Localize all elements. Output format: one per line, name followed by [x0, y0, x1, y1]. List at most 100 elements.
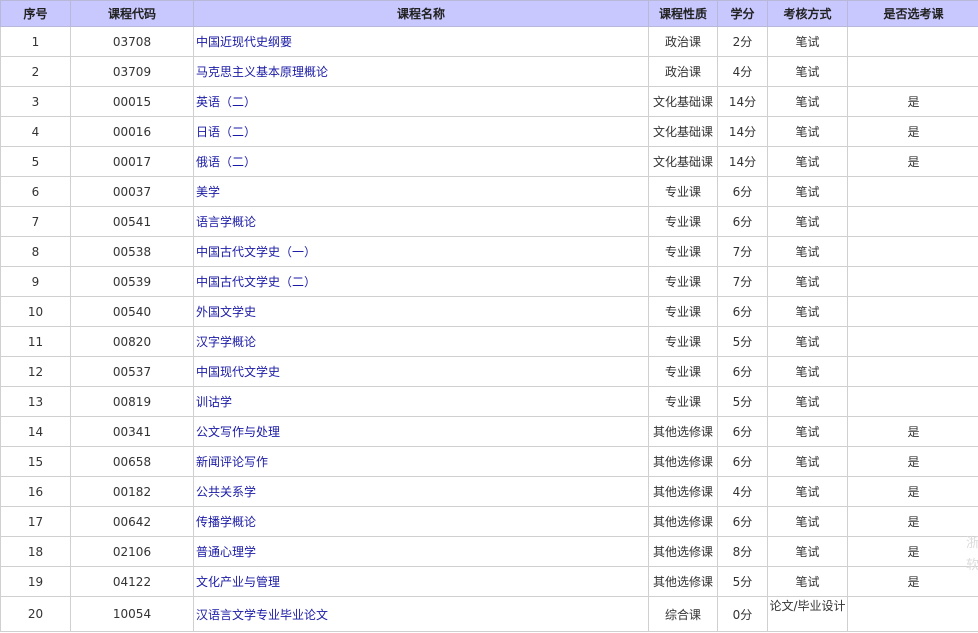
- table-row: 8 00538 中国古代文学史（一） 专业课 7分 笔试: [0, 236, 978, 267]
- cell-credit: 4分: [717, 56, 768, 87]
- cell-credit: 4分: [717, 476, 768, 507]
- table-header-row: 序号 课程代码 课程名称 课程性质 学分 考核方式 是否选考课: [0, 0, 978, 27]
- header-no: 序号: [0, 0, 71, 27]
- cell-code: 00016: [70, 116, 194, 147]
- cell-name: 汉语言文学专业毕业论文: [193, 596, 649, 632]
- cell-method: 笔试: [767, 56, 848, 87]
- header-name: 课程名称: [193, 0, 649, 27]
- cell-elective: [847, 266, 978, 297]
- table-row: 16 00182 公共关系学 其他选修课 4分 笔试 是: [0, 476, 978, 507]
- cell-type: 其他选修课: [648, 566, 718, 597]
- course-link[interactable]: 公共关系学: [196, 485, 256, 499]
- cell-elective: [847, 56, 978, 87]
- course-table: 序号 课程代码 课程名称 课程性质 学分 考核方式 是否选考课 1 03708 …: [0, 0, 978, 632]
- course-link[interactable]: 训诂学: [196, 395, 232, 409]
- table-row: 15 00658 新闻评论写作 其他选修课 6分 笔试 是: [0, 446, 978, 477]
- cell-method: 笔试: [767, 416, 848, 447]
- cell-name: 日语（二）: [193, 116, 649, 147]
- cell-code: 00539: [70, 266, 194, 297]
- course-link[interactable]: 英语（二）: [196, 95, 256, 109]
- cell-method: 笔试: [767, 326, 848, 357]
- cell-code: 00642: [70, 506, 194, 537]
- cell-method: 笔试: [767, 86, 848, 117]
- course-link[interactable]: 新闻评论写作: [196, 455, 268, 469]
- cell-elective: [847, 236, 978, 267]
- cell-no: 5: [0, 146, 71, 177]
- table-row: 2 03709 马克思主义基本原理概论 政治课 4分 笔试: [0, 56, 978, 87]
- table-row: 4 00016 日语（二） 文化基础课 14分 笔试 是: [0, 116, 978, 147]
- cell-no: 11: [0, 326, 71, 357]
- cell-credit: 0分: [717, 596, 768, 632]
- course-link[interactable]: 美学: [196, 185, 220, 199]
- cell-method: 笔试: [767, 206, 848, 237]
- cell-name: 传播学概论: [193, 506, 649, 537]
- course-link[interactable]: 语言学概论: [196, 215, 256, 229]
- cell-credit: 5分: [717, 326, 768, 357]
- header-credit: 学分: [717, 0, 768, 27]
- cell-credit: 6分: [717, 206, 768, 237]
- cell-code: 00015: [70, 86, 194, 117]
- cell-name: 训诂学: [193, 386, 649, 417]
- cell-method: 笔试: [767, 236, 848, 267]
- course-link[interactable]: 中国古代文学史（二）: [196, 275, 316, 289]
- cell-credit: 6分: [717, 176, 768, 207]
- cell-code: 00017: [70, 146, 194, 177]
- cell-no: 9: [0, 266, 71, 297]
- cell-no: 18: [0, 536, 71, 567]
- cell-method: 笔试: [767, 356, 848, 387]
- cell-elective: [847, 356, 978, 387]
- table-row: 9 00539 中国古代文学史（二） 专业课 7分 笔试: [0, 266, 978, 297]
- cell-credit: 14分: [717, 86, 768, 117]
- cell-type: 文化基础课: [648, 116, 718, 147]
- table-row: 14 00341 公文写作与处理 其他选修课 6分 笔试 是: [0, 416, 978, 447]
- course-link[interactable]: 文化产业与管理: [196, 575, 280, 589]
- table-body: 1 03708 中国近现代史纲要 政治课 2分 笔试 2 03709 马克思主义…: [0, 26, 978, 632]
- course-link[interactable]: 汉语言文学专业毕业论文: [196, 608, 328, 622]
- cell-no: 14: [0, 416, 71, 447]
- cell-no: 1: [0, 26, 71, 57]
- cell-elective: 是: [847, 506, 978, 537]
- cell-elective: 是: [847, 116, 978, 147]
- cell-name: 马克思主义基本原理概论: [193, 56, 649, 87]
- cell-name: 汉字学概论: [193, 326, 649, 357]
- cell-elective: [847, 26, 978, 57]
- cell-no: 12: [0, 356, 71, 387]
- course-link[interactable]: 外国文学史: [196, 305, 256, 319]
- cell-code: 03709: [70, 56, 194, 87]
- cell-name: 美学: [193, 176, 649, 207]
- course-link[interactable]: 马克思主义基本原理概论: [196, 65, 328, 79]
- watermark-text: 浙软: [966, 536, 978, 573]
- cell-elective: [847, 176, 978, 207]
- cell-no: 15: [0, 446, 71, 477]
- table-row: 10 00540 外国文学史 专业课 6分 笔试: [0, 296, 978, 327]
- cell-code: 03708: [70, 26, 194, 57]
- cell-no: 7: [0, 206, 71, 237]
- course-link[interactable]: 中国近现代史纲要: [196, 35, 292, 49]
- course-link[interactable]: 中国现代文学史: [196, 365, 280, 379]
- cell-code: 10054: [70, 596, 194, 632]
- course-link[interactable]: 普通心理学: [196, 545, 256, 559]
- cell-no: 4: [0, 116, 71, 147]
- cell-credit: 14分: [717, 146, 768, 177]
- course-link[interactable]: 日语（二）: [196, 125, 256, 139]
- cell-no: 19: [0, 566, 71, 597]
- cell-code: 02106: [70, 536, 194, 567]
- cell-no: 2: [0, 56, 71, 87]
- cell-method: 笔试: [767, 146, 848, 177]
- cell-no: 6: [0, 176, 71, 207]
- cell-elective: 是: [847, 86, 978, 117]
- course-link[interactable]: 公文写作与处理: [196, 425, 280, 439]
- cell-code: 00820: [70, 326, 194, 357]
- cell-credit: 5分: [717, 566, 768, 597]
- course-link[interactable]: 传播学概论: [196, 515, 256, 529]
- cell-elective: 是: [847, 536, 978, 567]
- course-link[interactable]: 俄语（二）: [196, 155, 256, 169]
- cell-elective: [847, 206, 978, 237]
- cell-name: 外国文学史: [193, 296, 649, 327]
- course-link[interactable]: 中国古代文学史（一）: [196, 245, 316, 259]
- cell-type: 专业课: [648, 206, 718, 237]
- cell-name: 普通心理学: [193, 536, 649, 567]
- cell-no: 17: [0, 506, 71, 537]
- table-row: 6 00037 美学 专业课 6分 笔试: [0, 176, 978, 207]
- course-link[interactable]: 汉字学概论: [196, 335, 256, 349]
